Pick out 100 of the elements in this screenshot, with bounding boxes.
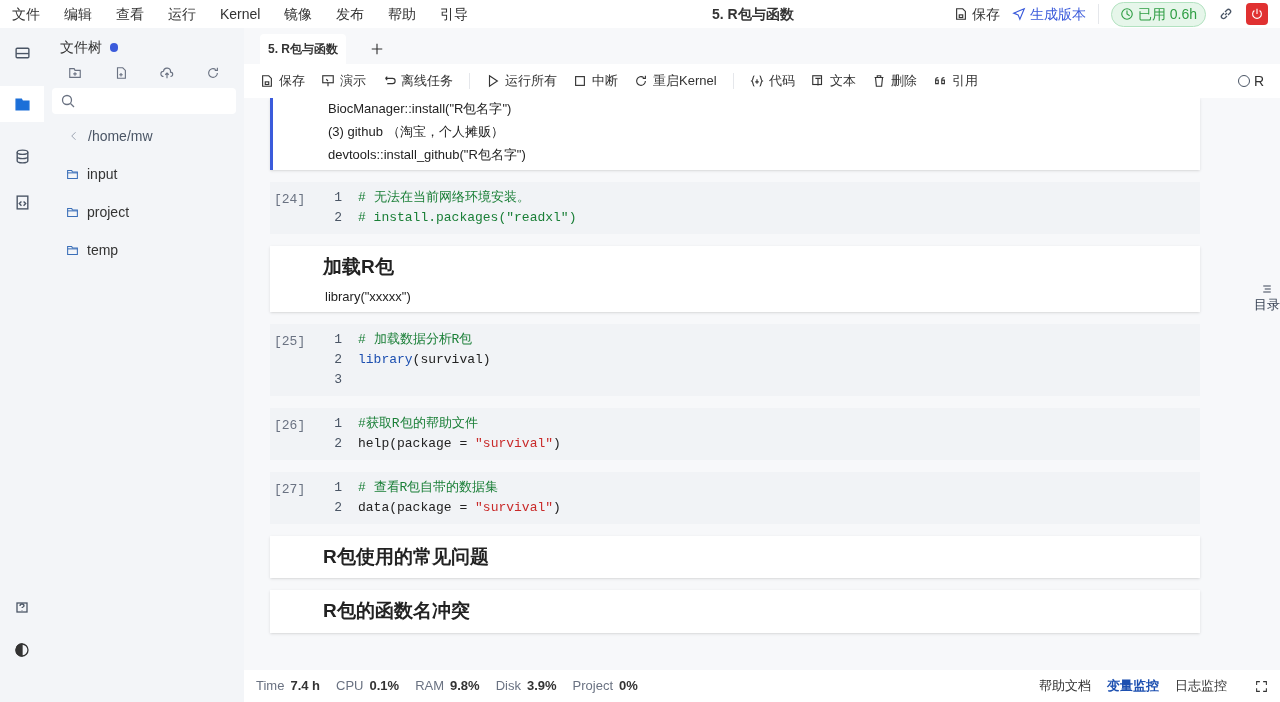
publish-button[interactable]: 生成版本: [1011, 3, 1086, 25]
toolbar-button[interactable]: 演示: [321, 71, 366, 91]
execution-prompt: [24]: [273, 191, 307, 209]
send-icon: [1011, 7, 1026, 21]
toolbar-button[interactable]: 删除: [871, 71, 917, 91]
code-line: # install.packages("readxl"): [358, 209, 577, 228]
folder-item[interactable]: temp: [52, 238, 236, 262]
cell-heading: R包使用的常见问题: [323, 544, 490, 569]
menu-item[interactable]: 帮助: [388, 3, 417, 25]
execution-prompt: [26]: [273, 416, 307, 435]
line-number: 3: [333, 370, 342, 389]
status-value: 3.9%: [526, 677, 557, 696]
menu-item[interactable]: 引导: [440, 3, 469, 25]
fullscreen-button[interactable]: [1255, 679, 1268, 693]
code-icon: [749, 74, 764, 88]
search-field[interactable]: [52, 88, 236, 114]
toolbar-button[interactable]: [206, 66, 220, 80]
presentation-icon: [321, 74, 335, 88]
save-button[interactable]: 保存: [953, 3, 1000, 25]
line-number: 1: [333, 478, 342, 497]
panel-title: 文件树: [60, 37, 102, 57]
toolbar-button[interactable]: 保存: [260, 71, 305, 91]
toc-button[interactable]: 目录: [1254, 283, 1280, 315]
code-line: # 无法在当前网络环境安装。: [358, 189, 530, 208]
line-number: 2: [333, 209, 342, 228]
status-label: Disk: [495, 677, 521, 696]
menu-item[interactable]: 文件: [12, 3, 40, 25]
bulb-icon: [110, 42, 118, 52]
status-link[interactable]: 变量监控: [1107, 676, 1159, 696]
execution-prompt: [25]: [273, 332, 307, 351]
database-icon: [13, 147, 31, 165]
markdown-text: BiocManager::install("R包名字"): [328, 100, 513, 117]
toolbar-button[interactable]: [160, 66, 174, 80]
document-title: 5. R包与函数: [712, 4, 794, 24]
folder-icon: [66, 167, 79, 181]
power-button[interactable]: [1246, 3, 1268, 25]
code-line: # 加载数据分析R包: [358, 330, 473, 349]
contrast-icon[interactable]: [14, 642, 30, 658]
line-number: 2: [333, 498, 342, 517]
stop-icon: [573, 74, 587, 88]
link-icon: [1218, 6, 1234, 22]
status-link[interactable]: 帮助文档: [1039, 676, 1091, 696]
menu-item[interactable]: 编辑: [64, 3, 92, 25]
menu-item[interactable]: 运行: [168, 3, 196, 25]
folder-item[interactable]: project: [52, 200, 236, 224]
code-line: #获取R包的帮助文件: [358, 414, 478, 433]
line-number: 1: [333, 330, 342, 349]
menu-item[interactable]: Kernel: [220, 3, 261, 25]
menu-item[interactable]: 发布: [336, 3, 365, 25]
code-line: library(survival): [358, 350, 491, 369]
status-label: RAM: [415, 677, 444, 696]
status-value: 7.4 h: [290, 677, 321, 696]
power-icon: [1250, 7, 1264, 21]
new-folder-icon: [68, 66, 82, 80]
list-icon: [1261, 283, 1273, 295]
toolbar-button[interactable]: 离线任务: [382, 71, 453, 91]
status-value: 0.1%: [369, 677, 400, 696]
sidebar-tab[interactable]: [0, 86, 44, 122]
kernel-status: R: [1237, 70, 1264, 92]
text-icon: [810, 74, 825, 88]
markdown-text: (3) github （淘宝，个人摊贩）: [328, 123, 505, 140]
plus-icon: [370, 42, 384, 56]
usage-badge: 已用 0.6h: [1110, 1, 1206, 27]
code-line: help(package = "survival"): [358, 434, 561, 453]
toolbar-button[interactable]: 代码: [749, 71, 795, 91]
folder-item[interactable]: input: [52, 162, 236, 186]
toolbar-button[interactable]: 文本: [810, 71, 856, 91]
status-label: Time: [256, 677, 285, 696]
upload-icon: [160, 66, 174, 80]
toolbar-button[interactable]: 运行所有: [486, 71, 557, 91]
cell-heading: 加载R包: [323, 255, 395, 279]
help-icon: [14, 600, 30, 616]
status-link[interactable]: 日志监控: [1175, 676, 1227, 696]
new-file-icon: [114, 66, 128, 80]
status-value: 0%: [619, 677, 638, 696]
toolbar-button[interactable]: 重启Kernel: [634, 71, 717, 91]
status-label: CPU: [336, 677, 364, 696]
menu-item[interactable]: 镜像: [284, 3, 313, 25]
folder-icon: [66, 205, 79, 219]
notebook-tab[interactable]: 5. R包与函数: [260, 34, 346, 64]
cell-heading: R包的函数名冲突: [323, 599, 471, 623]
file-icon: [953, 7, 968, 21]
execution-prompt: [27]: [273, 480, 307, 499]
status-label: Project: [572, 677, 614, 696]
code-line: # 查看R包自带的数据集: [358, 478, 499, 497]
menu-item[interactable]: 查看: [116, 3, 144, 25]
play-icon: [486, 74, 500, 88]
toolbar-button[interactable]: 中断: [573, 71, 618, 91]
path-breadcrumb[interactable]: /home/mw: [52, 124, 236, 148]
status-value: 9.8%: [450, 677, 480, 696]
toolbar-button[interactable]: [114, 66, 128, 80]
line-number: 2: [333, 350, 342, 369]
line-number: 1: [333, 189, 342, 208]
markdown-text: library("xxxxx"): [325, 287, 412, 305]
toolbar-button[interactable]: [68, 66, 82, 80]
markdown-text: devtools::install_github("R包名字"): [328, 146, 527, 163]
clock-icon: [1119, 7, 1134, 21]
refresh-icon: [634, 74, 648, 88]
line-number: 1: [333, 414, 342, 433]
toolbar-button[interactable]: 引用: [932, 71, 978, 91]
